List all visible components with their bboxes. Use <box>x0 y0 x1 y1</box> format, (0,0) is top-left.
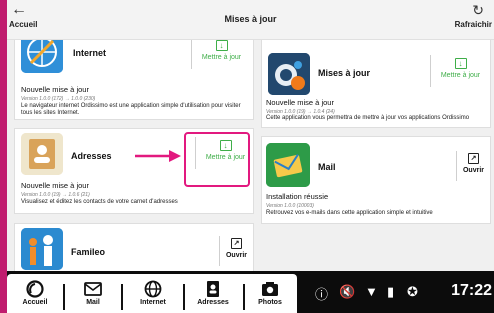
open-external-icon: ↗ <box>231 238 242 249</box>
dock-item-photos[interactable]: Photos <box>245 274 295 313</box>
app-name-internet: Internet <box>73 48 107 58</box>
app-name-famileo: Famileo <box>71 247 106 257</box>
update-label: Mettre à jour <box>440 72 481 79</box>
mises-a-jour-app-icon <box>268 53 310 95</box>
dock-label: Photos <box>258 299 282 306</box>
system-status-area: ⓘ 🔇 ▼ ▮ ✪ 17:22 <box>307 271 494 313</box>
battery-icon: ▮ <box>387 284 395 299</box>
app-name-mail: Mail <box>318 162 336 172</box>
app-card-mail: Mail ↗ Ouvrir Installation réussie Versi… <box>261 136 491 224</box>
status-adresses: Nouvelle mise à jour <box>21 181 89 190</box>
update-button-internet[interactable]: ↓ Mettre à jour <box>191 40 251 69</box>
app-card-internet: Internet ↓ Mettre à jour Nouvelle mise à… <box>14 40 254 120</box>
mail-app-icon <box>266 143 310 187</box>
pointer-arrow-icon <box>135 150 181 162</box>
dock-label: Adresses <box>197 299 229 306</box>
contacts-icon <box>207 281 219 297</box>
adresses-app-icon <box>21 133 63 175</box>
status-mail: Installation réussie <box>266 192 329 201</box>
wifi-icon: ▼ <box>365 284 378 299</box>
clock: 17:22 <box>451 282 492 299</box>
version-internet: Version 1.0.0 (172) → 1.0.0 (230) <box>21 96 96 102</box>
desc-adresses: Visualisez et éditez les contacts de vot… <box>21 199 178 205</box>
open-label: Ouvrir <box>462 167 484 174</box>
app-dock: Accueil Mail Internet Adresses Photos <box>7 274 297 313</box>
updates-list: Internet ↓ Mettre à jour Nouvelle mise à… <box>7 40 494 271</box>
dock-item-accueil[interactable]: Accueil <box>9 274 61 313</box>
internet-app-icon <box>21 40 63 73</box>
dock-separator <box>63 284 65 310</box>
refresh-label: Rafraichir <box>454 20 492 29</box>
dock-item-mail[interactable]: Mail <box>67 274 119 313</box>
refresh-icon: ↻ <box>472 2 484 18</box>
dock-label: Mail <box>86 299 100 306</box>
info-icon: ⓘ <box>315 287 329 302</box>
open-external-icon: ↗ <box>468 153 479 164</box>
version-mail: Version 1.0.0 (10003) <box>266 203 314 209</box>
home-icon <box>26 280 44 298</box>
open-button-famileo[interactable]: ↗ Ouvrir <box>219 236 253 266</box>
version-adresses: Version 1.0.0 (19) → 1.0.6 (21) <box>21 192 90 198</box>
open-button-mail[interactable]: ↗ Ouvrir <box>456 151 490 181</box>
desc-mail: Retrouvez vos e-mails dans cette applica… <box>266 210 433 216</box>
camera-icon <box>262 282 278 296</box>
dock-item-adresses[interactable]: Adresses <box>185 274 241 313</box>
settings-icon: ✪ <box>407 284 418 299</box>
refresh-button[interactable]: ↻ Rafraichir <box>442 2 492 36</box>
open-label: Ouvrir <box>225 252 247 259</box>
dock-item-internet[interactable]: Internet <box>125 274 181 313</box>
mail-icon <box>84 282 102 296</box>
app-name-mises-a-jour: Mises à jour <box>318 68 371 78</box>
left-edge-strip <box>0 0 7 313</box>
app-card-mises-a-jour: Mises à jour ↓ Mettre à jour Nouvelle mi… <box>261 40 491 128</box>
top-bar: ← Accueil Mises à jour ↻ Rafraichir <box>7 0 494 40</box>
status-mises-a-jour: Nouvelle mise à jour <box>266 98 334 107</box>
download-icon: ↓ <box>215 40 228 51</box>
app-name-adresses: Adresses <box>71 151 112 161</box>
update-label: Mettre à jour <box>201 54 242 61</box>
update-button-mises-a-jour[interactable]: ↓ Mettre à jour <box>430 55 490 87</box>
app-card-famileo: Famileo ↗ Ouvrir <box>14 223 254 271</box>
famileo-app-icon <box>21 228 63 270</box>
desc-internet: Le navigateur internet Ordissimo est une… <box>21 103 241 116</box>
mute-icon: 🔇 <box>339 284 356 299</box>
dock-separator <box>121 284 123 310</box>
download-icon: ↓ <box>454 58 467 69</box>
dock-label: Internet <box>140 299 166 306</box>
highlight-box <box>184 132 250 187</box>
status-internet: Nouvelle mise à jour <box>21 85 89 94</box>
bottom-bar: Accueil Mail Internet Adresses Photos ⓘ … <box>7 271 494 313</box>
page-title: Mises à jour <box>224 14 277 24</box>
desc-mises-a-jour: Cette application vous permettra de mett… <box>266 115 470 121</box>
dock-label: Accueil <box>22 299 48 306</box>
globe-icon <box>144 280 162 298</box>
